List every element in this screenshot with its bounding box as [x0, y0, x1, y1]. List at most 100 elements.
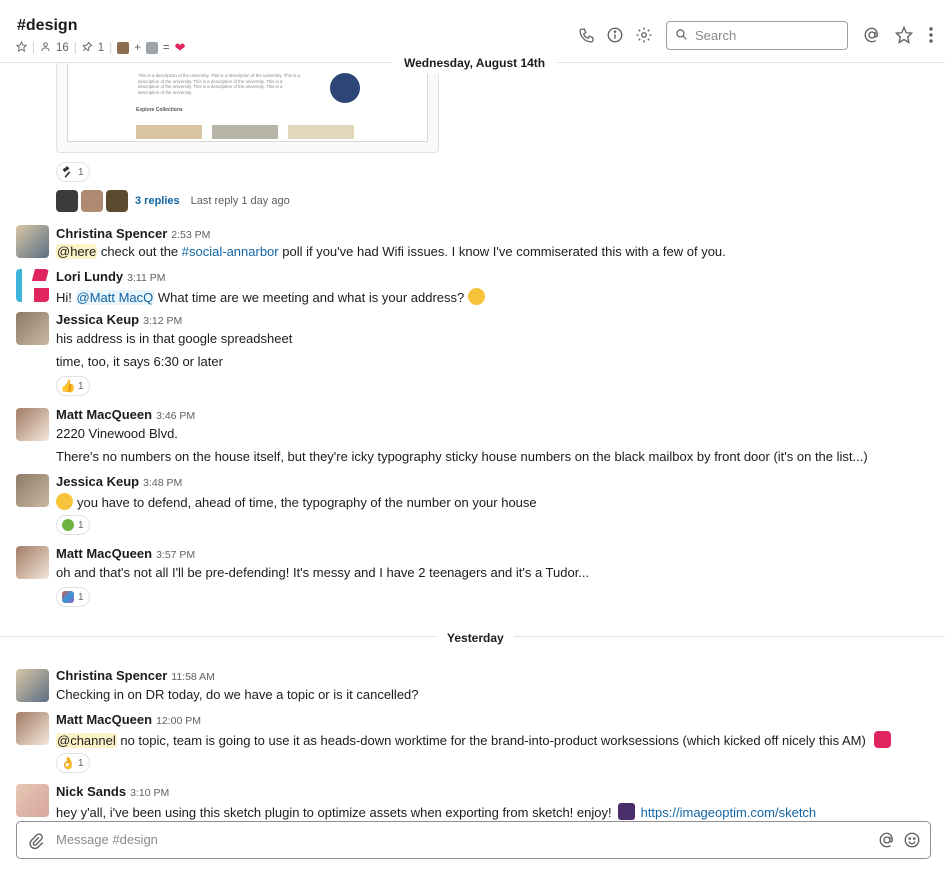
message-text: his address is in that google spreadshee…	[56, 331, 293, 346]
thumbnail	[136, 125, 202, 139]
thumbs-up-icon: 👍	[60, 379, 76, 393]
message-header: Matt MacQueen 3:57 PM	[56, 546, 195, 561]
sender-name[interactable]: Christina Spencer	[56, 668, 167, 683]
message-fragment: no topic, team is going to use it as hea…	[116, 733, 866, 748]
message-fragment: poll if you've had Wifi issues. I know I…	[278, 244, 726, 259]
avatar	[56, 190, 78, 212]
ok-hand-icon: 👌	[60, 756, 76, 770]
reaction-custom[interactable]: 1	[56, 587, 90, 607]
sender-name[interactable]: Matt MacQueen	[56, 407, 152, 422]
at-icon[interactable]	[862, 25, 882, 45]
message-header: Christina Spencer 2:53 PM	[56, 226, 210, 241]
avatar[interactable]	[16, 312, 49, 345]
reaction-green[interactable]: 1	[56, 515, 90, 535]
more-icon[interactable]	[921, 25, 941, 45]
timestamp[interactable]: 3:10 PM	[130, 787, 169, 799]
emoji-icon[interactable]	[903, 831, 921, 849]
paperclip-icon[interactable]	[27, 832, 45, 850]
channel-title[interactable]: #design	[17, 17, 77, 35]
mention-here[interactable]: @here	[56, 244, 98, 259]
timestamp[interactable]: 3:48 PM	[143, 477, 182, 489]
member-count[interactable]: 16	[56, 42, 69, 54]
timestamp[interactable]: 2:53 PM	[171, 229, 210, 241]
reaction-ok-hand[interactable]: 👌 1	[56, 753, 90, 773]
university-seal-icon	[330, 73, 360, 103]
laughing-emoji-icon	[56, 493, 73, 510]
sender-name[interactable]: Matt MacQueen	[56, 712, 152, 727]
phone-icon[interactable]	[576, 25, 596, 45]
members-icon	[40, 41, 51, 55]
message-header: Jessica Keup 3:48 PM	[56, 474, 182, 489]
star-icon[interactable]	[15, 40, 28, 55]
timestamp[interactable]: 12:00 PM	[156, 715, 201, 727]
thumbnail	[212, 125, 278, 139]
avatar[interactable]	[16, 474, 49, 507]
message-list[interactable]: This is a description of the university.…	[0, 63, 945, 820]
message-fragment: you have to defend, ahead of time, the t…	[77, 495, 537, 510]
attachment-card[interactable]: This is a description of the university.…	[56, 63, 439, 153]
sender-name[interactable]: Christina Spencer	[56, 226, 167, 241]
message-text: @here check out the #social-annarbor pol…	[56, 244, 726, 259]
reaction-count: 1	[78, 591, 84, 603]
reaction-thumbsup[interactable]: 👍 1	[56, 376, 90, 396]
sender-name[interactable]: Jessica Keup	[56, 474, 139, 489]
avatar[interactable]	[16, 408, 49, 441]
reaction-hammer[interactable]: 1	[56, 162, 90, 182]
topic-image-a	[117, 42, 130, 54]
message-text: you have to defend, ahead of time, the t…	[56, 493, 537, 510]
avatar[interactable]	[16, 225, 49, 258]
message-header: Jessica Keup 3:12 PM	[56, 312, 182, 327]
avatar[interactable]	[16, 669, 49, 702]
timestamp[interactable]: 3:12 PM	[143, 315, 182, 327]
avatar[interactable]	[16, 546, 49, 579]
reaction-count: 1	[78, 166, 84, 178]
search-input[interactable]: Search	[666, 21, 848, 50]
avatar[interactable]	[16, 269, 49, 302]
sender-name[interactable]: Nick Sands	[56, 784, 126, 799]
composer-input[interactable]: Message #design	[56, 832, 158, 847]
message-text: hey y'all, i've been using this sketch p…	[56, 803, 816, 820]
meta-divider: |	[32, 42, 35, 54]
message-text: @channel no topic, team is going to use …	[56, 731, 891, 748]
pinned-count[interactable]: 1	[98, 42, 104, 54]
custom-emoji-icon	[61, 590, 75, 604]
info-icon[interactable]	[605, 25, 625, 45]
search-icon	[675, 28, 688, 44]
date-divider-top: Wednesday, August 14th	[392, 52, 558, 74]
topic-eq: =	[162, 42, 170, 54]
url-link[interactable]: https://imageoptim.com/sketch	[641, 805, 817, 820]
message-text: time, too, it says 6:30 or later	[56, 354, 223, 369]
timestamp[interactable]: 3:57 PM	[156, 549, 195, 561]
meta-divider: |	[109, 42, 113, 54]
topic-plus: +	[134, 42, 141, 54]
thread-replies-link[interactable]: 3 replies	[135, 195, 180, 207]
message-fragment: Hi!	[56, 290, 76, 305]
thread-summary[interactable]: 3 replies Last reply 1 day ago	[56, 190, 290, 212]
mention-channel[interactable]: @channel	[56, 733, 117, 748]
channel-link[interactable]: #social-annarbor	[182, 244, 279, 259]
message-fragment: check out the	[97, 244, 182, 259]
timestamp[interactable]: 11:58 AM	[171, 671, 215, 683]
timestamp[interactable]: 3:11 PM	[127, 272, 165, 284]
message-header: Lori Lundy 3:11 PM	[56, 269, 166, 284]
reaction-count: 1	[78, 380, 84, 392]
sender-name[interactable]: Matt MacQueen	[56, 546, 152, 561]
sender-name[interactable]: Jessica Keup	[56, 312, 139, 327]
timestamp[interactable]: 3:46 PM	[156, 410, 195, 422]
attachment-preview: This is a description of the university.…	[67, 63, 428, 142]
avatar[interactable]	[16, 712, 49, 745]
mention-user[interactable]: @Matt MacQ	[75, 290, 155, 305]
at-icon[interactable]	[878, 831, 896, 849]
grinning-emoji-icon	[468, 288, 486, 305]
avatar[interactable]	[16, 784, 49, 817]
party-emoji-icon	[873, 731, 891, 748]
gear-icon[interactable]	[634, 25, 654, 45]
star-outline-icon[interactable]	[894, 25, 914, 45]
message-composer[interactable]: Message #design	[16, 821, 931, 859]
avatar	[106, 190, 128, 212]
message-fragment: What time are we meeting and what is you…	[154, 290, 465, 305]
sender-name[interactable]: Lori Lundy	[56, 269, 123, 284]
attachment-section-title: Explore Collections	[136, 107, 183, 113]
avatar	[81, 190, 103, 212]
message-text: oh and that's not all I'll be pre-defend…	[56, 565, 590, 580]
